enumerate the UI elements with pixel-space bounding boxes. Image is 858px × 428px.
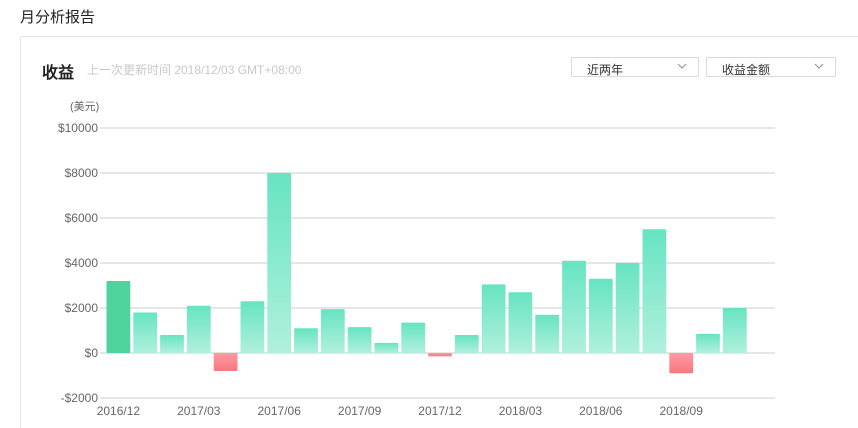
- bar-2018-06[interactable]: [588, 278, 613, 353]
- bar-2018-11[interactable]: [722, 308, 747, 353]
- bar-2016-12[interactable]: [106, 281, 131, 353]
- bar-2017-06[interactable]: [267, 173, 292, 353]
- bar-2017-07[interactable]: [294, 328, 318, 353]
- y-tick-label: $10000: [58, 121, 98, 135]
- bar-2018-03[interactable]: [508, 292, 533, 353]
- y-tick-label: $6000: [65, 211, 99, 225]
- bar-2017-08[interactable]: [320, 309, 345, 353]
- bar-2017-03[interactable]: [186, 305, 211, 353]
- y-tick-label: $0: [85, 346, 99, 360]
- y-tick-label: -$2000: [61, 391, 99, 405]
- bar-2018-04[interactable]: [535, 314, 560, 353]
- x-tick-label: 2018/03: [499, 404, 543, 418]
- y-tick-label: $2000: [65, 301, 99, 315]
- bar-2017-01[interactable]: [133, 312, 158, 354]
- bar-2018-01[interactable]: [454, 335, 479, 353]
- bar-2017-09[interactable]: [347, 327, 372, 353]
- revenue-bar-chart: (美元) -$2000$0$2000$4000$6000$8000$10000 …: [58, 100, 775, 418]
- x-tick-label: 2017/06: [258, 404, 302, 418]
- x-tick-label: 2018/09: [660, 404, 704, 418]
- bar-2017-04[interactable]: [213, 353, 238, 371]
- bar-2017-02[interactable]: [160, 335, 184, 353]
- bar-2018-02[interactable]: [481, 284, 506, 353]
- bar-2018-09[interactable]: [669, 353, 694, 374]
- bar-2017-05[interactable]: [240, 301, 265, 353]
- bar-2018-10[interactable]: [696, 333, 720, 353]
- x-tick-label: 2017/09: [338, 404, 382, 418]
- x-tick-label: 2018/06: [579, 404, 623, 418]
- bar-2017-11[interactable]: [401, 322, 426, 353]
- y-tick-label: $4000: [65, 256, 99, 270]
- bar-2018-05[interactable]: [562, 260, 586, 353]
- bar-2018-07[interactable]: [615, 263, 640, 353]
- x-tick-label: 2017/03: [177, 404, 221, 418]
- x-tick-label: 2016/12: [97, 404, 141, 418]
- y-axis-unit-label: (美元): [70, 100, 99, 113]
- bar-2018-08[interactable]: [642, 229, 667, 353]
- bar-2017-10[interactable]: [374, 342, 399, 353]
- bar-2017-12[interactable]: [428, 353, 452, 357]
- x-tick-label: 2017/12: [418, 404, 462, 418]
- y-tick-label: $8000: [65, 166, 99, 180]
